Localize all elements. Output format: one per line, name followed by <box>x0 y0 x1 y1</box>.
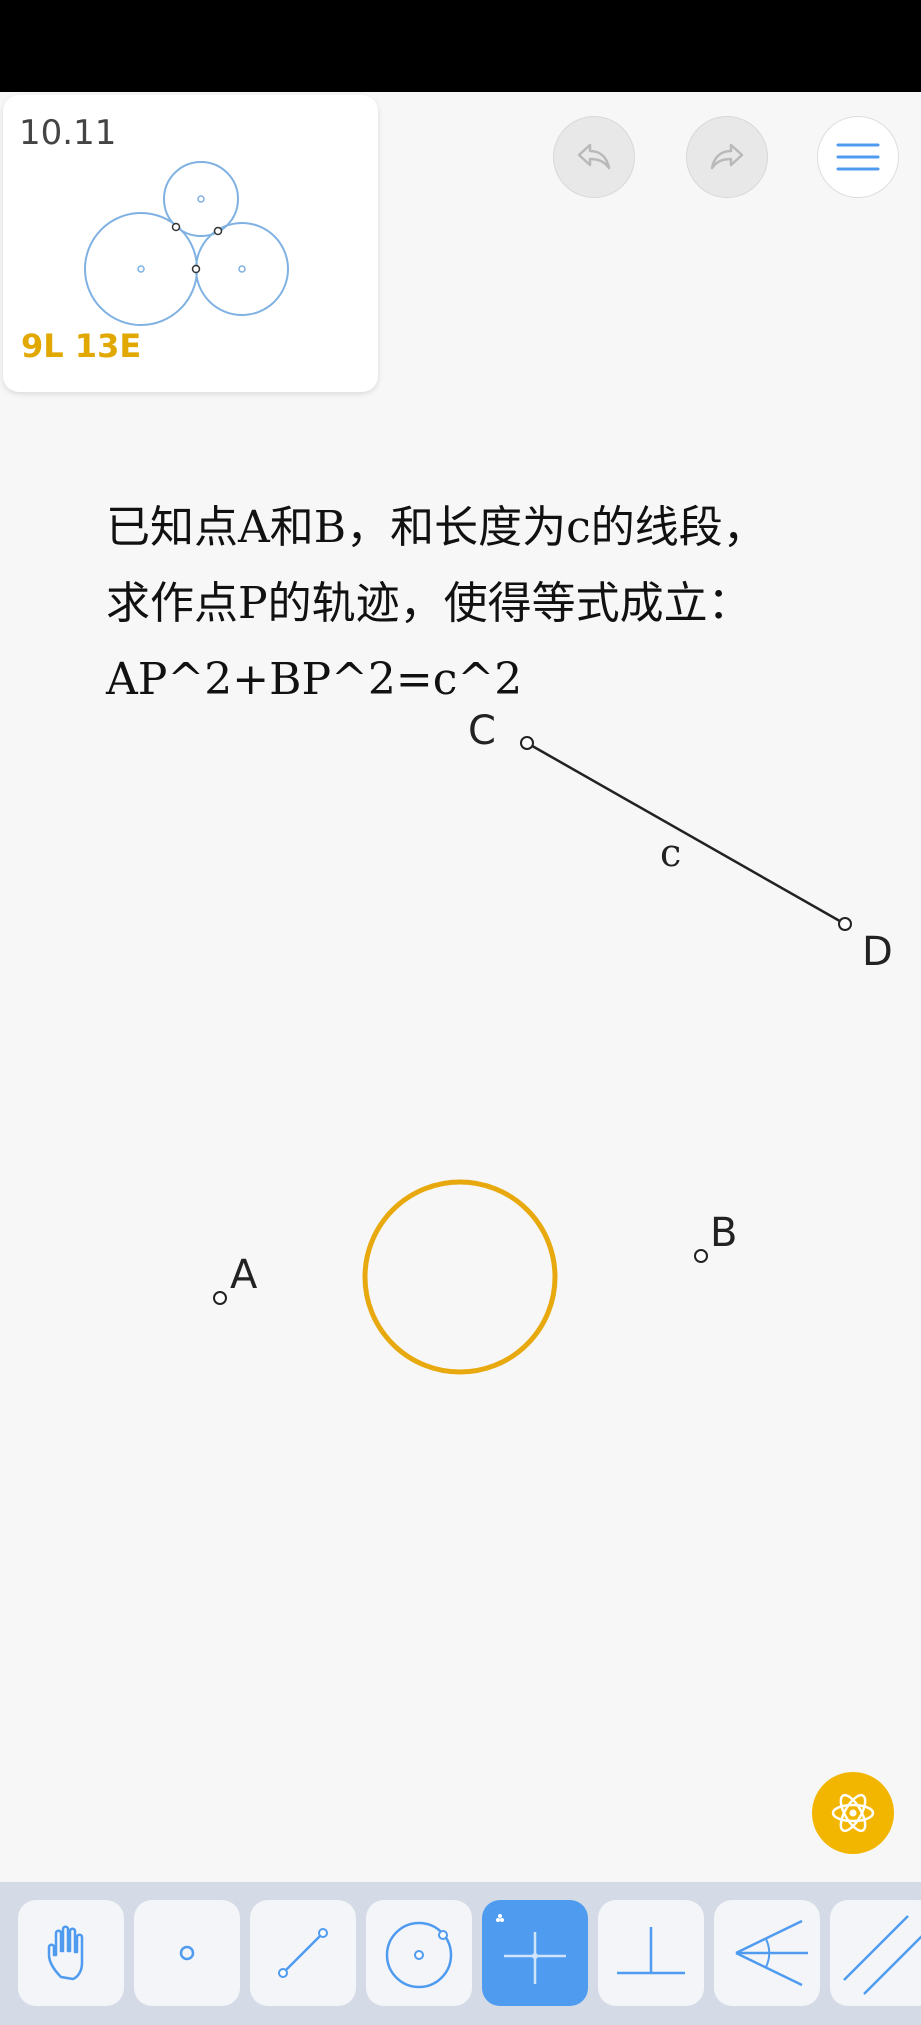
angle-bisector-icon <box>735 1919 808 1987</box>
hand-tool[interactable] <box>18 1900 124 2006</box>
geometry-canvas[interactable]: C D c A B <box>0 0 921 1882</box>
goal-circle <box>362 1179 558 1375</box>
circle-icon <box>385 1921 453 1989</box>
label-d: D <box>862 929 893 975</box>
perpendicular-tool[interactable] <box>598 1900 704 2006</box>
line-segment-icon <box>278 1928 328 1978</box>
point-c[interactable] <box>520 736 534 750</box>
atom-icon <box>831 1793 875 1833</box>
point-tool[interactable] <box>134 1900 240 2006</box>
point-a[interactable] <box>213 1291 227 1305</box>
label-segment-c: c <box>660 831 681 875</box>
parallel-tool[interactable] <box>830 1900 921 2006</box>
intersect-icon <box>496 1914 566 1984</box>
label-b: B <box>710 1210 737 1256</box>
circle-tool[interactable] <box>366 1900 472 2006</box>
hint-button[interactable] <box>812 1772 894 1854</box>
hand-icon <box>47 1925 84 1981</box>
label-a: A <box>230 1252 258 1298</box>
perpendicular-icon <box>617 1927 685 1975</box>
intersect-tool[interactable] <box>482 1900 588 2006</box>
line-segment-tool[interactable] <box>250 1900 356 2006</box>
point-d[interactable] <box>838 917 852 931</box>
parallel-icon <box>843 1915 921 1995</box>
angle-bisector-tool[interactable] <box>714 1900 820 2006</box>
label-c: C <box>468 708 496 754</box>
point-b[interactable] <box>694 1249 708 1263</box>
point-icon <box>179 1945 195 1961</box>
toolbar <box>0 1882 921 2025</box>
segment-cd[interactable] <box>526 741 846 926</box>
